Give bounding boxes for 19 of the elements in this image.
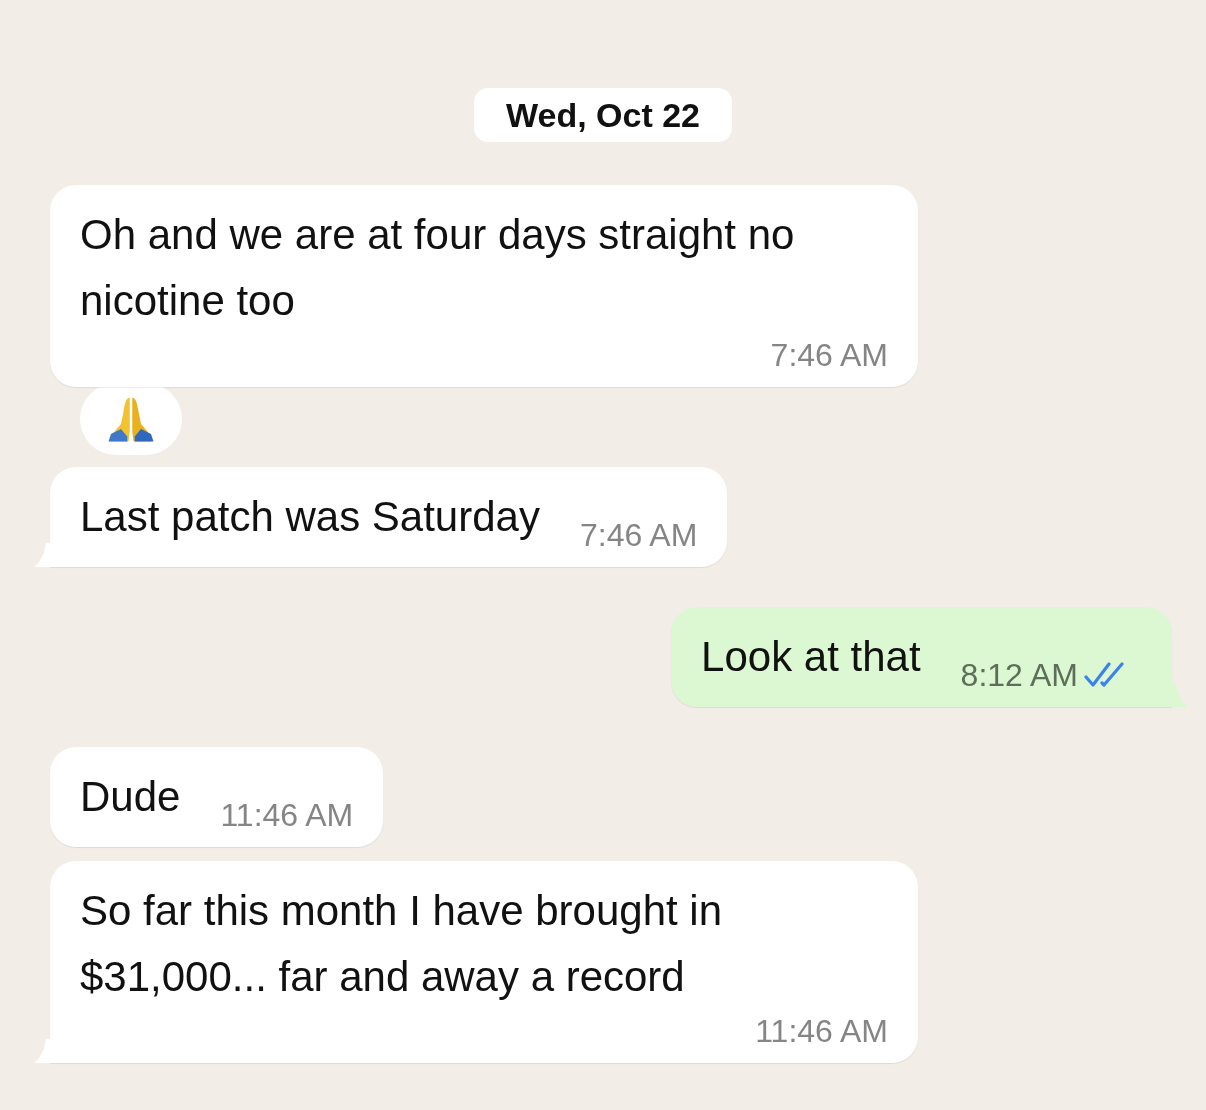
message-time: 11:46 AM xyxy=(755,1013,888,1049)
message-bubble[interactable]: Look at that 8:12 AM xyxy=(671,607,1172,707)
message-text: Dude xyxy=(80,772,181,822)
message-time: 7:46 AM xyxy=(770,337,888,373)
message-bubble[interactable]: So far this month I have brought in $31,000... far and away a record 11:46 AM xyxy=(50,861,918,1063)
bubble-tail xyxy=(32,543,54,567)
date-label: Wed, Oct 22 xyxy=(474,88,732,142)
message-time: 11:46 AM xyxy=(220,797,354,833)
message-bubble[interactable]: Dude 11:46 AM xyxy=(50,747,384,847)
message-bubble[interactable]: Oh and we are at four days straight no nicotine too 7:46 AM xyxy=(50,185,918,387)
message-bubble[interactable]: Last patch was Saturday 7:46 AM xyxy=(50,467,728,567)
message-time: 8:12 AM xyxy=(960,657,1078,693)
message-text: So far this month I have brought in $31,000... far and away a record xyxy=(80,886,724,1002)
message-time: 7:46 AM xyxy=(579,517,698,553)
bubble-tail xyxy=(1168,683,1190,707)
message-text: Last patch was Saturday xyxy=(80,492,540,542)
message-text: Oh and we are at four days straight no nicotine too xyxy=(80,210,796,326)
message-text: Look at that xyxy=(701,632,921,682)
bubble-tail xyxy=(32,1039,54,1063)
